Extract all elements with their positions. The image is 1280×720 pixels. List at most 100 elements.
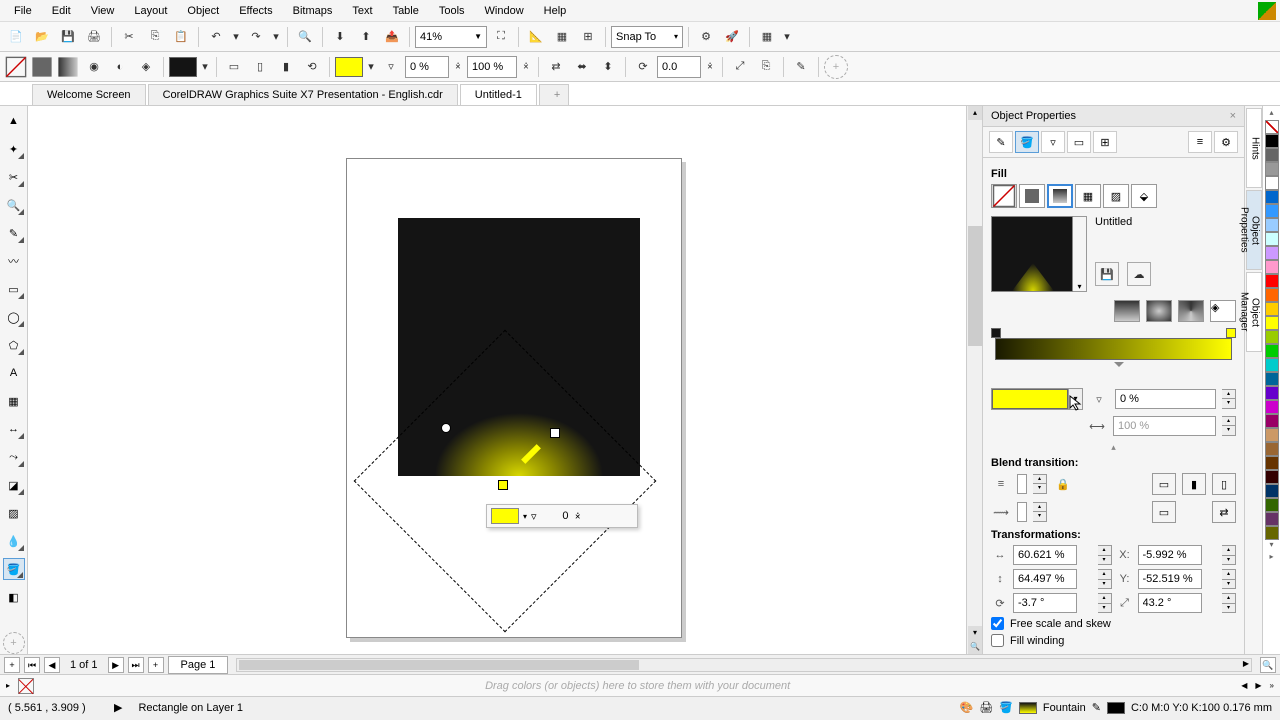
table-tool[interactable]: ▦ bbox=[3, 390, 25, 412]
menu-table[interactable]: Table bbox=[383, 2, 429, 20]
page-tab[interactable]: Page 1 bbox=[168, 656, 229, 674]
stop-handle-right[interactable] bbox=[1226, 328, 1236, 338]
print-button[interactable]: 🖨 bbox=[82, 25, 106, 49]
open-button[interactable]: 📂 bbox=[30, 25, 54, 49]
palette-swatch[interactable] bbox=[1265, 162, 1279, 176]
palette-swatch[interactable] bbox=[1265, 344, 1279, 358]
preview-dropdown[interactable]: ▾ bbox=[1073, 216, 1087, 292]
blend-steps-input[interactable] bbox=[1017, 474, 1027, 494]
copy-props-icon[interactable]: ⎘ bbox=[754, 55, 778, 79]
blend-steps-spin[interactable]: ▴▾ bbox=[1033, 474, 1047, 494]
palette-swatch[interactable] bbox=[1265, 260, 1279, 274]
palette-swatch[interactable] bbox=[1265, 372, 1279, 386]
uniform-fill-icon[interactable] bbox=[30, 55, 54, 79]
palette-swatch[interactable] bbox=[1265, 176, 1279, 190]
toolbox-options[interactable]: + bbox=[3, 632, 25, 654]
cut-button[interactable]: ✂ bbox=[117, 25, 141, 49]
zoom-select[interactable]: 41%▼ bbox=[415, 26, 487, 48]
publish-button[interactable]: 📤 bbox=[380, 25, 404, 49]
swap-button[interactable]: ⇄ bbox=[1212, 501, 1236, 523]
zoom-tool[interactable]: 🔍 bbox=[3, 194, 25, 216]
palette-swatch[interactable] bbox=[1265, 274, 1279, 288]
menu-text[interactable]: Text bbox=[342, 2, 382, 20]
tab-welcome[interactable]: Welcome Screen bbox=[32, 84, 146, 105]
linear-type-button[interactable] bbox=[1114, 300, 1140, 322]
tab-fill[interactable]: 🪣 bbox=[1015, 131, 1039, 153]
palette-swatch[interactable] bbox=[1265, 302, 1279, 316]
welcome-button[interactable]: ▦ bbox=[755, 25, 779, 49]
width-input[interactable] bbox=[1013, 545, 1077, 565]
palette-swatch[interactable] bbox=[1265, 190, 1279, 204]
tab-untitled[interactable]: Untitled-1 bbox=[460, 84, 537, 105]
popup-color-swatch[interactable] bbox=[491, 508, 519, 524]
scroll-down-button[interactable]: ▾ bbox=[968, 626, 982, 640]
palette-swatch[interactable] bbox=[1265, 512, 1279, 526]
menu-view[interactable]: View bbox=[81, 2, 125, 20]
fill-postscript-button[interactable]: ⬙ bbox=[1131, 184, 1157, 208]
palette-up-button[interactable]: ▴ bbox=[1269, 108, 1273, 120]
next-page-button[interactable]: ▶ bbox=[108, 657, 124, 673]
add-preset-icon[interactable]: + bbox=[824, 55, 848, 79]
popup-value[interactable]: 0 bbox=[541, 510, 571, 522]
blend-direct-button[interactable]: ▭ bbox=[1152, 473, 1176, 495]
first-color-swatch[interactable] bbox=[169, 57, 197, 77]
rectangle-tool[interactable]: ▭ bbox=[3, 278, 25, 300]
tray-more-button[interactable]: » bbox=[1270, 681, 1274, 690]
palette-swatch[interactable] bbox=[1265, 442, 1279, 456]
export-button[interactable]: ⬆ bbox=[354, 25, 378, 49]
navigator-button[interactable]: 🔍 bbox=[968, 640, 982, 654]
blend-cw-button[interactable]: ▮ bbox=[1182, 473, 1206, 495]
mirror-v-icon[interactable]: ⬍ bbox=[596, 55, 620, 79]
tray-right-button[interactable]: ▶ bbox=[1255, 681, 1261, 690]
add-page-button[interactable]: + bbox=[148, 657, 164, 673]
free-scale-checkbox[interactable]: Free scale and skew bbox=[991, 617, 1236, 630]
node-pos-spin[interactable]: ⨰ bbox=[519, 55, 533, 79]
palette-swatch[interactable] bbox=[1265, 316, 1279, 330]
tab-scroll[interactable]: ≡ bbox=[1188, 131, 1212, 153]
elliptical-type-button[interactable] bbox=[1146, 300, 1172, 322]
palette-swatch[interactable] bbox=[1265, 428, 1279, 442]
palette-swatch[interactable] bbox=[1265, 134, 1279, 148]
swap-colors-icon[interactable]: ⇄ bbox=[544, 55, 568, 79]
palette-swatch[interactable] bbox=[1265, 386, 1279, 400]
connector-tool[interactable]: ⤳ bbox=[3, 446, 25, 468]
launch-button[interactable]: 🚀 bbox=[720, 25, 744, 49]
new-button[interactable]: 📄 bbox=[4, 25, 28, 49]
collapse-icon[interactable]: ▴ bbox=[991, 442, 1236, 453]
tray-left-button[interactable]: ◀ bbox=[1241, 681, 1247, 690]
rotate-spin[interactable]: ▴▾ bbox=[1098, 593, 1112, 613]
palette-swatch[interactable] bbox=[1265, 218, 1279, 232]
smooth-button[interactable]: ▭ bbox=[1152, 501, 1176, 523]
canvas[interactable]: ▾ ▿ 0 ⨰ bbox=[28, 106, 966, 654]
skew-spin[interactable]: ▴▾ bbox=[1222, 593, 1236, 613]
options-button[interactable]: ⚙ bbox=[694, 25, 718, 49]
gradient-start-handle[interactable] bbox=[441, 423, 451, 433]
fill-pattern-button[interactable]: ▦ bbox=[1075, 184, 1101, 208]
tab-info[interactable]: ⚙ bbox=[1214, 131, 1238, 153]
node-transparency-spin[interactable]: ▴▾ bbox=[1222, 389, 1236, 409]
status-icon[interactable]: ▶ bbox=[114, 701, 122, 714]
menu-layout[interactable]: Layout bbox=[124, 2, 177, 20]
rotate-input[interactable] bbox=[1013, 593, 1077, 613]
palette-swatch[interactable] bbox=[1265, 358, 1279, 372]
rail-tab-object-manager[interactable]: Object Manager bbox=[1246, 272, 1262, 352]
fill-texture-button[interactable]: ▨ bbox=[1103, 184, 1129, 208]
save-button[interactable]: 💾 bbox=[56, 25, 80, 49]
color-proof-icon[interactable]: 🎨 bbox=[960, 701, 974, 714]
close-panel-button[interactable]: × bbox=[1230, 110, 1236, 122]
last-page-button[interactable]: ⏭ bbox=[128, 657, 144, 673]
palette-swatch[interactable] bbox=[1265, 484, 1279, 498]
pad-icon[interactable]: ▭ bbox=[222, 55, 246, 79]
outline-swatch[interactable] bbox=[1107, 702, 1125, 714]
linear-fill-icon[interactable] bbox=[56, 55, 80, 79]
menu-bitmaps[interactable]: Bitmaps bbox=[283, 2, 343, 20]
undo-dropdown[interactable]: ▾ bbox=[230, 25, 242, 49]
snap-select[interactable]: Snap To▾ bbox=[611, 26, 683, 48]
vertical-scrollbar[interactable]: ▴ ▾ 🔍 bbox=[966, 106, 982, 654]
zoom-nav-button[interactable]: 🔍 bbox=[1260, 657, 1276, 673]
eyedropper-tool[interactable]: 💧 bbox=[3, 530, 25, 552]
palette-swatch[interactable] bbox=[1265, 414, 1279, 428]
upload-fill-button[interactable]: ☁ bbox=[1127, 262, 1151, 286]
new-page-button[interactable]: + bbox=[4, 657, 20, 673]
palette-no-color[interactable] bbox=[1265, 120, 1279, 134]
